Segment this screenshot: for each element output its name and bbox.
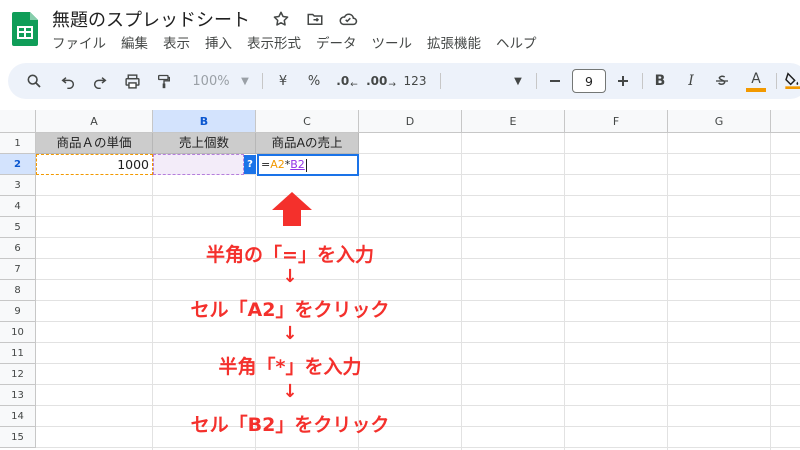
column-header-e[interactable]: E <box>462 110 565 133</box>
text-cursor <box>305 158 307 172</box>
bold-button[interactable]: B <box>648 63 672 99</box>
text-color-swatch <box>746 87 766 92</box>
toolbar-divider <box>536 73 537 89</box>
cell-c2-editor[interactable]: =A2*B2 <box>257 154 359 176</box>
increase-font-size-icon[interactable] <box>612 63 634 99</box>
menu-insert[interactable]: 挿入 <box>205 34 232 54</box>
more-formats-button[interactable]: 123 <box>400 63 430 99</box>
arrow-left-icon: ← <box>350 80 358 90</box>
row-header-3[interactable]: 3 <box>0 175 36 196</box>
currency-format-button[interactable]: ¥ <box>272 63 294 99</box>
cloud-saved-icon[interactable] <box>337 8 359 30</box>
toolbar-divider <box>642 73 643 89</box>
step-1-text: 半角の「=」を入力 <box>206 244 374 266</box>
down-arrow-3: ↓ <box>282 381 298 402</box>
menu-edit[interactable]: 編集 <box>121 34 148 54</box>
menu-help[interactable]: ヘルプ <box>496 34 537 54</box>
paint-format-icon[interactable] <box>152 63 176 99</box>
decrease-decimal-button[interactable]: .0 ← <box>334 63 360 99</box>
font-size-value[interactable]: 9 <box>572 69 606 93</box>
strikethrough-button[interactable] <box>710 63 734 99</box>
undo-icon[interactable] <box>56 63 80 99</box>
print-icon[interactable] <box>120 63 144 99</box>
formula-hint-badge[interactable]: ? <box>244 155 256 174</box>
up-arrow-icon <box>272 192 312 226</box>
cell-a2[interactable]: 1000 <box>36 154 153 175</box>
menu-bar: ファイル 編集 表示 挿入 表示形式 データ ツール 拡張機能 ヘルプ <box>52 34 552 54</box>
percent-format-button[interactable]: % <box>303 63 325 99</box>
increase-decimal-button[interactable]: .00 → <box>366 63 396 99</box>
column-header-f[interactable]: F <box>565 110 668 133</box>
fill-color-icon[interactable] <box>784 63 800 99</box>
zoom-select[interactable]: 100% <box>186 63 236 99</box>
cell-a1[interactable]: 商品Ａの単価 <box>36 133 153 154</box>
row-header-1[interactable]: 1 <box>0 133 36 154</box>
step-4-text: セル「B2」をクリック <box>190 414 390 436</box>
column-header-c[interactable]: C <box>256 110 359 133</box>
step-2-text: セル「A2」をクリック <box>190 299 390 321</box>
italic-button[interactable]: I <box>680 63 702 99</box>
search-menus-icon[interactable] <box>22 63 46 99</box>
increase-decimal-label: .00 <box>366 74 388 88</box>
move-folder-icon[interactable] <box>304 8 326 30</box>
cell-c1[interactable]: 商品Aの売上 <box>256 133 359 154</box>
select-all-corner[interactable] <box>0 110 36 133</box>
text-color-button[interactable]: A <box>744 63 768 99</box>
star-icon[interactable] <box>270 8 292 30</box>
document-title[interactable]: 無題のスプレッドシート <box>52 6 250 32</box>
decrease-decimal-label: .0 <box>336 74 350 88</box>
grid-lines <box>36 133 800 450</box>
row-header-4[interactable]: 4 <box>0 196 36 217</box>
column-header-d[interactable]: D <box>359 110 462 133</box>
font-family-chevron-icon[interactable]: ▼ <box>511 63 525 99</box>
decrease-font-size-icon[interactable] <box>544 63 566 99</box>
cell-b1[interactable]: 売上個数 <box>153 133 256 154</box>
toolbar-divider <box>776 73 777 89</box>
toolbar: 100% ▼ ¥ % .0 ← .00 → 123 ▼ 9 B I A <box>8 63 800 99</box>
column-header-partial[interactable] <box>771 110 800 133</box>
cell-b2[interactable] <box>153 154 244 175</box>
arrow-right-icon: → <box>388 80 396 90</box>
chevron-down-icon[interactable]: ▼ <box>238 63 252 99</box>
row-header-5[interactable]: 5 <box>0 217 36 238</box>
menu-format[interactable]: 表示形式 <box>247 34 301 54</box>
menu-tools[interactable]: ツール <box>372 34 413 54</box>
toolbar-divider <box>440 73 441 89</box>
down-arrow-2: ↓ <box>282 323 298 344</box>
text-color-letter: A <box>751 70 761 87</box>
font-size-input[interactable]: 9 <box>572 63 606 99</box>
formula-ref-a2: A2 <box>270 158 285 171</box>
sheets-logo-icon[interactable] <box>12 12 38 46</box>
formula-ref-b2: B2 <box>290 158 305 171</box>
menu-extensions[interactable]: 拡張機能 <box>427 34 481 54</box>
down-arrow-1: ↓ <box>282 266 298 287</box>
column-header-b[interactable]: B <box>153 110 256 133</box>
formula-equals: = <box>261 158 271 171</box>
menu-file[interactable]: ファイル <box>52 34 106 54</box>
step-3-text: 半角「*」を入力 <box>218 356 362 378</box>
menu-view[interactable]: 表示 <box>163 34 190 54</box>
menu-data[interactable]: データ <box>316 34 357 54</box>
column-header-a[interactable]: A <box>36 110 153 133</box>
row-header-2[interactable]: 2 <box>0 154 36 175</box>
redo-icon[interactable] <box>88 63 112 99</box>
toolbar-divider <box>262 73 263 89</box>
column-header-g[interactable]: G <box>668 110 771 133</box>
